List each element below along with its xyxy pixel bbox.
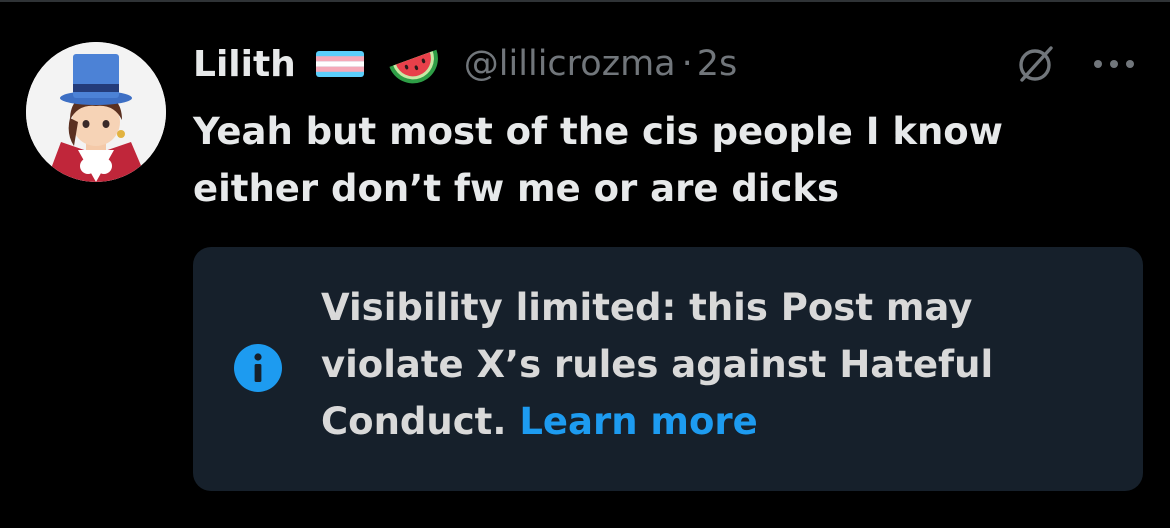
more-options-icon[interactable]	[1090, 54, 1138, 74]
visibility-notice: Visibility limited: this Post may violat…	[193, 247, 1143, 491]
avatar[interactable]	[26, 42, 166, 182]
transgender-flag-icon	[315, 51, 364, 77]
notice-text: Visibility limited: this Post may violat…	[321, 279, 1111, 450]
avatar-image	[26, 42, 166, 182]
separator-dot: ·	[681, 44, 693, 84]
info-icon	[233, 343, 283, 393]
top-divider	[0, 0, 1170, 2]
grok-icon[interactable]	[1014, 42, 1058, 86]
handle[interactable]: @lillicrozma	[464, 44, 676, 84]
post-text: Yeah but most of the cis people I know e…	[193, 110, 1003, 210]
learn-more-link[interactable]: Learn more	[519, 400, 757, 443]
watermelon-icon	[388, 44, 442, 84]
timestamp[interactable]: 2s	[697, 44, 738, 84]
display-name[interactable]: Lilith	[193, 44, 296, 85]
post-header: Lilith @lillicrozma · 2s	[193, 36, 737, 92]
